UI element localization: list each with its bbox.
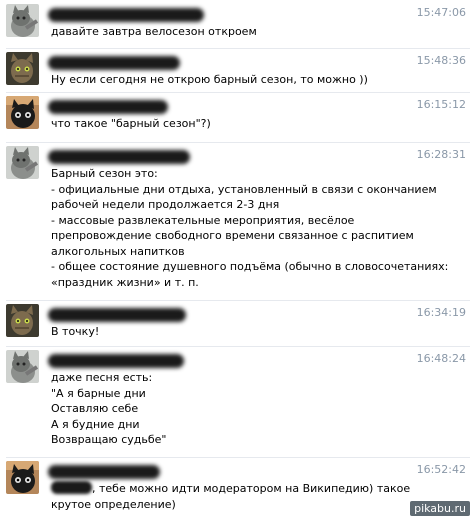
black-cat-avatar[interactable]	[6, 461, 39, 494]
message-line: А я будние дни	[51, 417, 140, 431]
message-time[interactable]: 16:28:31	[417, 148, 466, 161]
message-time[interactable]: 16:15:12	[417, 98, 466, 111]
message-line: Ну если сегодня не открою барный сезон, …	[51, 73, 368, 86]
message-text: что такое "барный сезон"?)	[51, 116, 463, 132]
redacted-sender-name[interactable]	[48, 354, 184, 368]
message-line: давайте завтра велосезон откроем	[51, 25, 257, 38]
chat-message: 16:48:24 даже песня есть: "А я барные дн…	[0, 346, 476, 452]
grey-cat-avatar[interactable]	[6, 146, 39, 179]
message-line: Возвращаю судьбе"	[51, 433, 167, 446]
redacted-sender-name[interactable]	[48, 150, 190, 164]
message-line: «праздник жизни» и т. п.	[51, 275, 199, 289]
message-line: рабочей недели продолжается 2-3 дня	[51, 198, 280, 211]
message-time[interactable]: 16:48:24	[417, 352, 466, 365]
message-text: давайте завтра велосезон откроем	[51, 24, 463, 40]
redacted-sender-name[interactable]	[48, 308, 186, 322]
redacted-sender-name[interactable]	[48, 56, 180, 70]
message-time[interactable]: 15:48:36	[417, 54, 466, 67]
message-line: Барный сезон это:	[51, 167, 158, 180]
message-time[interactable]: 15:47:06	[417, 6, 466, 19]
chat-message: 15:48:36 Ну если сегодня не открою барны…	[0, 48, 476, 90]
tabby-cat-avatar[interactable]	[6, 52, 39, 85]
message-line: что такое "барный сезон"?)	[51, 117, 211, 130]
message-line-text: , тебе можно идти модератором на Википед…	[92, 482, 411, 495]
pikabu-watermark: pikabu.ru	[410, 501, 470, 516]
redacted-mention	[51, 481, 92, 494]
grey-cat-avatar[interactable]	[6, 4, 39, 37]
message-time[interactable]: 16:52:42	[417, 463, 466, 476]
chat-message: 16:15:12 что такое "барный сезон"?)	[0, 92, 476, 136]
message-line: , тебе можно идти модератором на Википед…	[51, 481, 463, 497]
message-text: Барный сезон это: - официальные дни отды…	[51, 166, 463, 290]
message-line: - общее состояние душевного подъёма (обы…	[51, 260, 449, 273]
message-line: - официальные дни отдыха, установленный …	[51, 182, 437, 196]
grey-cat-avatar[interactable]	[6, 350, 39, 383]
message-line: "А я барные дни	[51, 386, 146, 400]
message-text: даже песня есть: "А я барные дни Оставля…	[51, 370, 463, 448]
chat-message: 16:34:19 В точку!	[0, 300, 476, 344]
message-line: алкогольных напитков	[51, 244, 185, 258]
message-line: даже песня есть:	[51, 371, 153, 384]
tabby-cat-avatar[interactable]	[6, 304, 39, 337]
message-text: , тебе можно идти модератором на Википед…	[51, 481, 463, 512]
black-cat-avatar[interactable]	[6, 96, 39, 129]
message-line: Оставляю себе	[51, 402, 139, 415]
message-time[interactable]: 16:34:19	[417, 306, 466, 319]
message-text: В точку!	[51, 324, 463, 340]
message-line: крутое определение)	[51, 497, 176, 511]
redacted-sender-name[interactable]	[48, 100, 168, 114]
message-line: препровождение свободного времени связан…	[51, 229, 414, 242]
chat-message: 16:28:31 Барный сезон это: - официальные…	[0, 142, 476, 292]
message-line: В точку!	[51, 325, 100, 338]
message-line: - массовые развлекательные мероприятия, …	[51, 213, 355, 227]
redacted-sender-name[interactable]	[48, 465, 160, 479]
message-text: Ну если сегодня не открою барный сезон, …	[51, 72, 463, 88]
chat-message: 16:52:42 , тебе можно идти модератором н…	[0, 457, 476, 516]
redacted-sender-name[interactable]	[48, 8, 204, 22]
chat-message: 15:47:06 давайте завтра велосезон открое…	[0, 4, 476, 44]
